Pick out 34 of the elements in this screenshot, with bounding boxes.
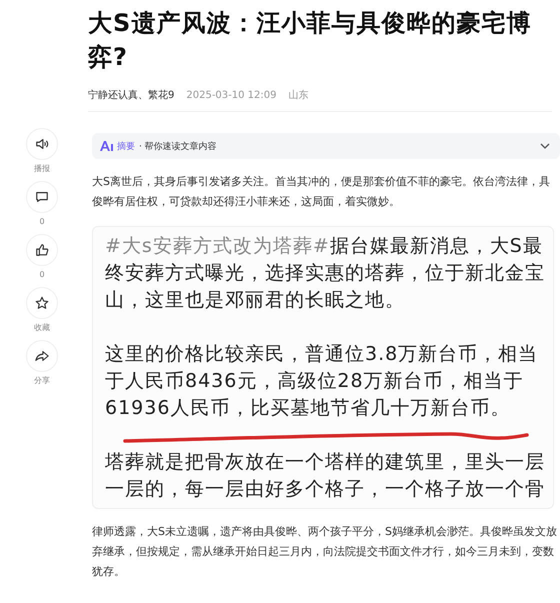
author-name[interactable]: 宁静还认真、繁花9 bbox=[88, 88, 174, 102]
hashtag-text: #大s安葬方式改为塔葬# bbox=[105, 235, 330, 257]
thumbs-up-icon bbox=[35, 243, 49, 257]
post-text-line: 61936人民币，比买墓地节省几十万新台币。 bbox=[105, 397, 510, 419]
ai-summary-text: · 帮你速读文章内容 bbox=[139, 140, 218, 152]
article-title: 大S遗产风波：汪小菲与具俊晔的豪宅博弈? bbox=[88, 8, 532, 73]
comment-button[interactable] bbox=[26, 181, 58, 213]
share-icon bbox=[35, 349, 49, 363]
post-text-line: 于人民币8436元，高级位28万新台币，相当于 bbox=[105, 370, 524, 392]
action-label: 收藏 bbox=[34, 323, 50, 333]
post-text-line: 这里的价格比较亲民，普通位3.8万新台币，相当 bbox=[105, 343, 538, 365]
publish-time: 2025-03-10 12:09 bbox=[186, 90, 276, 100]
action-label: 0 bbox=[39, 270, 45, 280]
article-paragraph: 大S离世后，其身后事引发诸多关注。首当其冲的，便是那套价值不菲的豪宅。依台湾法律，具俊晔有居住权，可贷款却还得汪小菲来还，这局面，着实微妙。 bbox=[92, 174, 551, 210]
post-text-line: 塔葬就是把骨灰放在一个塔样的建筑里，里头一层 bbox=[105, 451, 545, 473]
ai-summary-bar[interactable]: 摘要 · 帮你速读文章内容 bbox=[92, 133, 560, 159]
share-button[interactable] bbox=[26, 340, 58, 372]
ai-logo-icon bbox=[100, 141, 113, 151]
location-label: 山东 bbox=[288, 88, 308, 102]
like-button[interactable] bbox=[26, 234, 58, 266]
action-label: 分享 bbox=[34, 376, 50, 386]
star-icon bbox=[35, 296, 49, 310]
listen-button[interactable] bbox=[26, 128, 58, 160]
speech-bubble-icon bbox=[35, 190, 49, 204]
post-text-line: 终安葬方式曝光，选择实惠的塔葬，位于新北金宝 bbox=[105, 262, 545, 284]
action-label: 0 bbox=[39, 217, 45, 227]
favorite-button[interactable] bbox=[26, 287, 58, 319]
action-label: 播报 bbox=[34, 164, 50, 174]
article-paragraph: 律师透露，大S未立遗嘱，遗产将由具俊晔、两个孩子平分，S妈继承机会渺茫。具俊晔虽发文放弃继承，但按规定，需从继承开始日起三月内，向法院提交书面文件才行，如今三月未到，变数犹存。 bbox=[92, 524, 558, 580]
speaker-icon bbox=[35, 137, 49, 151]
ai-summary-label: 摘要 bbox=[117, 140, 135, 152]
post-text-line: 据台媒最新消息，大S最 bbox=[330, 235, 543, 257]
post-text-line: 一层的，每一层由好多个格子，一个格子放一个骨 bbox=[105, 478, 545, 500]
post-text-line: 山，这里也是邓丽君的长眠之地。 bbox=[105, 289, 405, 311]
